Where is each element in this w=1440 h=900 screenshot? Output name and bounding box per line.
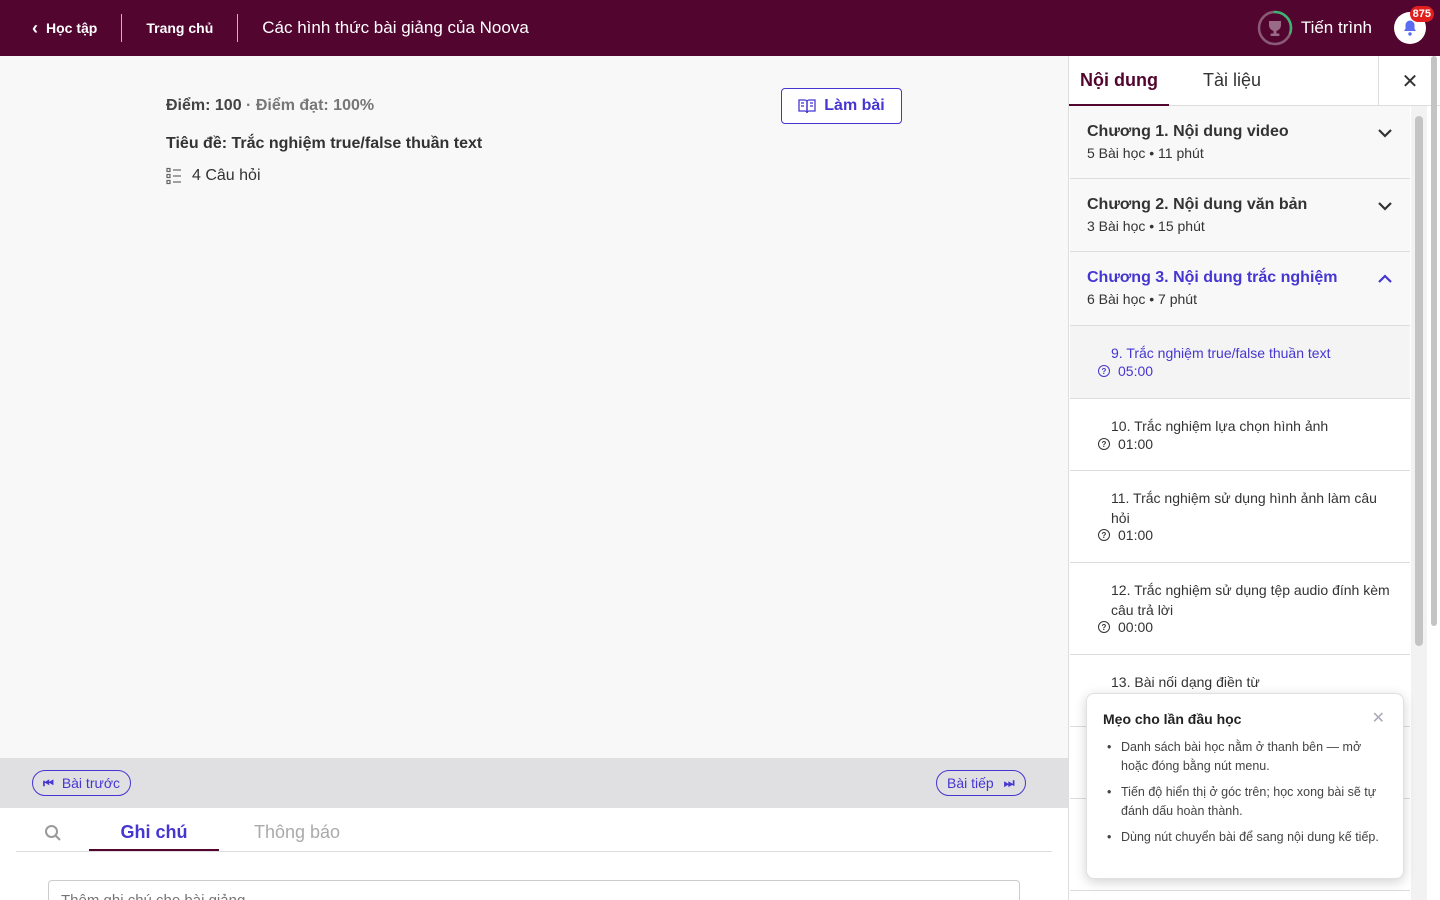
notification-button[interactable]: 875 [1394, 6, 1434, 44]
chapter-title: Chương 3. Nội dung trắc nghiệm [1087, 269, 1338, 286]
duration-value: 05:00 [1118, 363, 1154, 379]
chevron-down-icon [1378, 202, 1392, 211]
lesson-title: 11. Trắc nghiệm sử dụng hình ảnh làm câu… [1111, 490, 1377, 526]
start-quiz-label: Làm bài [824, 97, 885, 114]
tip-item: Tiến độ hiển thị ở góc trên; học xong bà… [1103, 783, 1387, 821]
chevron-down-icon [1378, 129, 1392, 138]
page-scroll-thumb[interactable] [1431, 56, 1437, 626]
divider [237, 14, 239, 42]
progress-button[interactable]: Tiến trình [1257, 10, 1372, 46]
notes-panel: Ghi chú Thông báo [0, 808, 1068, 900]
quiz-icon: ? [1098, 438, 1110, 450]
chapter-meta: 3 Bài học • 15 phút [1087, 218, 1205, 234]
quiz-icon: ? [1098, 621, 1110, 633]
lesson-item-10[interactable]: 10. Trắc nghiệm lựa chọn hình ảnh ? 01:0… [1070, 399, 1410, 471]
header-actions: Tiến trình 875 [1257, 0, 1440, 56]
skip-previous-icon: ⏮ [43, 775, 54, 790]
tips-title: Mẹo cho lần đầu học [1103, 711, 1242, 727]
lesson-navigation: ⏮ Bài trước Bài tiếp ⏭ [0, 758, 1068, 808]
start-quiz-button[interactable]: Làm bài [781, 88, 902, 124]
score-line: Điểm: 100 · Điểm đạt: 100% [166, 97, 374, 115]
lesson-duration: ? 01:00 [1098, 527, 1153, 543]
duration-value: 00:00 [1118, 619, 1154, 635]
duration-value: 01:00 [1118, 527, 1154, 543]
quiz-icon: ? [1098, 365, 1110, 377]
quiz-title: Tiêu đề: Trắc nghiệm true/false thuần te… [166, 135, 483, 152]
search-icon[interactable] [44, 824, 62, 842]
chapter-title: Chương 2. Nội dung văn bản [1087, 196, 1308, 213]
tab-announcements[interactable]: Thông báo [242, 822, 352, 843]
chapter-1[interactable]: Chương 1. Nội dung video 5 Bài học • 11 … [1070, 106, 1410, 179]
lesson-duration: ? 00:00 [1098, 619, 1153, 635]
skip-next-icon: ⏭ [1003, 775, 1015, 790]
tab-notes[interactable]: Ghi chú [89, 822, 219, 851]
lesson-item-9[interactable]: 9. Trắc nghiệm true/false thuần text ? 0… [1070, 326, 1410, 399]
progress-label: Tiến trình [1300, 18, 1372, 37]
tip-item: Dùng nút chuyển bài để sang nội dung kế … [1103, 828, 1387, 847]
close-tips-button[interactable]: ✕ [1372, 708, 1385, 728]
chevron-left-icon: ‹ [32, 18, 38, 38]
chevron-up-icon [1378, 274, 1392, 283]
close-icon: ✕ [1401, 70, 1419, 93]
tips-popover: Mẹo cho lần đầu học ✕ Danh sách bài học … [1086, 693, 1404, 879]
book-icon [798, 99, 816, 114]
lesson-item-11[interactable]: 11. Trắc nghiệm sử dụng hình ảnh làm câu… [1070, 471, 1410, 563]
chapter-meta: 5 Bài học • 11 phút [1087, 145, 1204, 161]
lesson-duration: ? 01:00 [1098, 436, 1153, 452]
sidebar-scrollbar[interactable] [1411, 106, 1427, 900]
page-scrollbar[interactable] [1428, 56, 1440, 900]
quiz-icon: ? [1098, 529, 1110, 541]
lesson-content: Điểm: 100 · Điểm đạt: 100% Tiêu đề: Trắc… [0, 56, 1068, 758]
back-label: Học tập [46, 20, 98, 36]
previous-lesson-button[interactable]: ⏮ Bài trước [32, 770, 132, 796]
chapter-meta: 6 Bài học • 7 phút [1087, 291, 1197, 307]
lesson-duration: ? 05:00 [1098, 363, 1153, 379]
list-icon [166, 167, 181, 185]
next-lesson-button[interactable]: Bài tiếp ⏭ [936, 770, 1026, 796]
top-bar: ‹ Học tập Trang chủ Các hình thức bài gi… [0, 0, 1440, 56]
course-title: Các hình thức bài giảng của Noova [262, 18, 529, 37]
chapter-3[interactable]: Chương 3. Nội dung trắc nghiệm 6 Bài học… [1070, 252, 1410, 326]
duration-value: 01:00 [1118, 436, 1154, 452]
tip-item: Danh sách bài học nằm ở thanh bên — mở h… [1103, 738, 1387, 776]
close-icon: ✕ [1371, 710, 1385, 727]
previous-lesson-label: Bài trước [61, 775, 121, 791]
tab-materials[interactable]: Tài liệu [1182, 70, 1282, 91]
lesson-title: 13. Bài nối dạng điền từ [1111, 674, 1260, 690]
trophy-progress-icon [1257, 10, 1293, 46]
notes-tabs: Ghi chú Thông báo [16, 808, 1052, 852]
sidebar-tabs: Nội dung Tài liệu ✕ [1069, 56, 1440, 106]
tips-list: Danh sách bài học nằm ở thanh bên — mở h… [1103, 738, 1387, 854]
pass-score: · Điểm đạt: 100% [246, 97, 375, 114]
lesson-title: 12. Trắc nghiệm sử dụng tệp audio đính k… [1111, 582, 1390, 618]
home-link[interactable]: Trang chủ [146, 20, 213, 36]
lesson-title: 10. Trắc nghiệm lựa chọn hình ảnh [1111, 418, 1329, 434]
chapter-title: Chương 1. Nội dung video [1087, 123, 1289, 140]
divider [121, 14, 123, 42]
lesson-title: 9. Trắc nghiệm true/false thuần text [1111, 345, 1331, 361]
question-count-label: 4 Câu hỏi [192, 167, 261, 184]
sidebar-scroll-thumb[interactable] [1415, 116, 1423, 646]
tab-content[interactable]: Nội dung [1069, 70, 1169, 106]
note-input[interactable] [48, 880, 1020, 900]
chapter-2[interactable]: Chương 2. Nội dung văn bản 3 Bài học • 1… [1070, 179, 1410, 252]
score-value: Điểm: 100 [166, 97, 242, 114]
back-to-learning-link[interactable]: ‹ Học tập [32, 19, 97, 37]
notification-badge: 875 [1409, 6, 1434, 22]
question-count: 4 Câu hỏi [166, 167, 261, 185]
lesson-item-12[interactable]: 12. Trắc nghiệm sử dụng tệp audio đính k… [1070, 563, 1410, 655]
next-lesson-label: Bài tiếp [947, 775, 994, 791]
